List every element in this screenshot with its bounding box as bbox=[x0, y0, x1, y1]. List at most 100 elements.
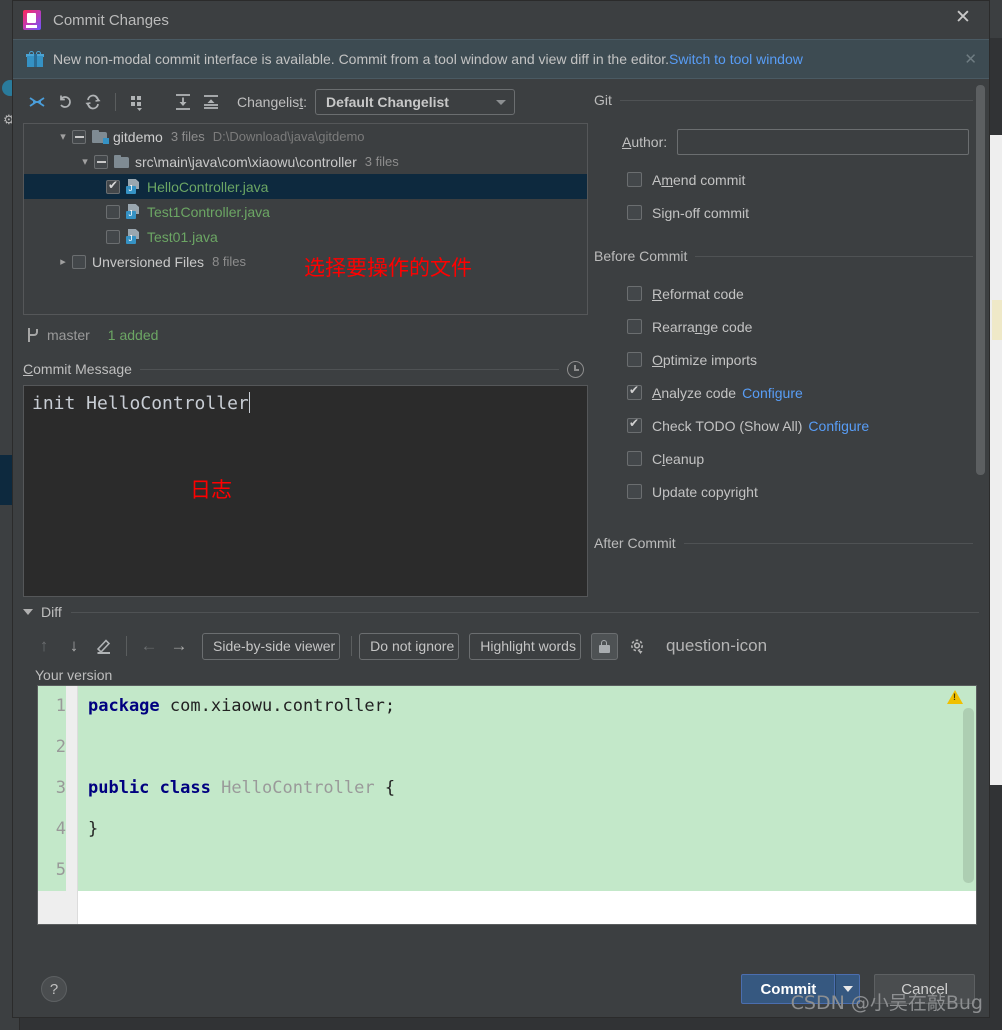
pencil-icon[interactable] bbox=[89, 633, 119, 659]
option-update-copyright[interactable]: Update copyright bbox=[594, 475, 989, 508]
row-checkbox[interactable] bbox=[72, 254, 86, 269]
notification-banner: New non-modal commit interface is availa… bbox=[13, 39, 989, 79]
rearrange-code-checkbox[interactable] bbox=[627, 319, 642, 334]
chevron-down-icon[interactable] bbox=[23, 609, 33, 615]
optimize-imports-checkbox[interactable] bbox=[627, 352, 642, 367]
group-by-icon[interactable] bbox=[124, 89, 152, 115]
option-analyze-code[interactable]: Analyze code Configure bbox=[594, 376, 989, 409]
code-token: public class bbox=[88, 778, 211, 798]
toolbar-divider bbox=[126, 636, 127, 656]
table-row[interactable]: ▸ Unversioned Files 8 files bbox=[24, 249, 587, 274]
screen: ⚙ Commit Changes ✕ New non-modal commit … bbox=[0, 0, 1002, 1030]
commit-message-label: Commit Message bbox=[23, 361, 132, 377]
git-branch-icon bbox=[25, 327, 39, 343]
amend-commit-checkbox[interactable] bbox=[627, 172, 642, 187]
arrow-down-icon[interactable]: ↓ bbox=[59, 633, 89, 659]
option-sign-off-commit[interactable]: Sign-off commit bbox=[594, 196, 989, 229]
option-amend-commit[interactable]: Amend commit bbox=[594, 163, 989, 196]
code-token: { bbox=[374, 778, 396, 798]
rollback-icon[interactable] bbox=[51, 89, 79, 115]
code-line bbox=[78, 727, 976, 768]
analyze-code-configure-link[interactable]: Configure bbox=[742, 385, 803, 401]
viewer-mode-dropdown[interactable]: Side-by-side viewer bbox=[202, 632, 341, 660]
commit-button[interactable]: Commit bbox=[741, 974, 836, 1004]
cancel-button[interactable]: Cancel bbox=[874, 974, 975, 1004]
intellij-idea-logo-icon bbox=[21, 9, 43, 31]
diff-scrollbar-thumb[interactable] bbox=[963, 708, 974, 883]
diff-editor[interactable]: 1 2 3 4 5 package com.xiaowu.controller;… bbox=[37, 685, 977, 925]
notification-close-icon[interactable]: ✕ bbox=[964, 50, 977, 68]
folder-icon bbox=[114, 155, 130, 168]
commit-message-header: Commit Message bbox=[23, 359, 588, 379]
java-file-icon bbox=[126, 179, 142, 194]
sign-off-commit-checkbox[interactable] bbox=[627, 205, 642, 220]
table-row[interactable]: ▾ src\main\java\com\xiaowu\controller 3 … bbox=[24, 149, 587, 174]
help-button[interactable]: ? bbox=[41, 976, 67, 1002]
collapse-all-icon[interactable] bbox=[197, 89, 225, 115]
arrow-up-icon[interactable]: ↑ bbox=[29, 633, 59, 659]
row-checkbox[interactable] bbox=[106, 204, 120, 219]
highlight-mode-dropdown[interactable]: Highlight words bbox=[469, 632, 581, 660]
top-split: Changelist: Default Changelist ▾ gitdemo… bbox=[13, 79, 989, 599]
table-row[interactable]: Test1Controller.java bbox=[24, 199, 587, 224]
warning-triangle-icon[interactable] bbox=[947, 690, 963, 704]
options-scrollbar[interactable] bbox=[976, 85, 985, 565]
check-todo-checkbox[interactable] bbox=[627, 416, 642, 433]
after-commit-group-label: After Commit bbox=[594, 535, 676, 551]
ignore-mode-dropdown[interactable]: Do not ignore bbox=[359, 632, 460, 660]
author-field[interactable] bbox=[677, 129, 969, 155]
before-commit-group-label: Before Commit bbox=[594, 248, 688, 264]
lock-button[interactable] bbox=[590, 632, 618, 660]
ignore-mode-value: Do not ignore bbox=[370, 638, 455, 654]
update-copyright-checkbox[interactable] bbox=[627, 484, 642, 499]
table-row[interactable]: HelloController.java bbox=[24, 174, 587, 199]
table-row[interactable]: Test01.java bbox=[24, 224, 587, 249]
option-rearrange-code[interactable]: Rearrange code bbox=[594, 310, 989, 343]
scrollbar-thumb[interactable] bbox=[976, 85, 985, 475]
switch-to-tool-window-link[interactable]: Switch to tool window bbox=[669, 51, 803, 67]
row-name: Unversioned Files bbox=[92, 253, 205, 270]
refresh-icon[interactable] bbox=[79, 89, 107, 115]
reformat-code-checkbox[interactable] bbox=[627, 286, 642, 301]
row-checkbox[interactable] bbox=[94, 154, 108, 169]
changes-tree[interactable]: ▾ gitdemo 3 files D:\Download\java\gitde… bbox=[23, 123, 588, 315]
branch-status: master 1 added bbox=[23, 321, 588, 349]
option-cleanup[interactable]: Cleanup bbox=[594, 442, 989, 475]
chevron-right-icon[interactable]: ▸ bbox=[54, 255, 72, 268]
commit-message-input[interactable]: init HelloController 日志 bbox=[23, 385, 588, 597]
row-checkbox[interactable] bbox=[106, 178, 120, 194]
option-reformat-code[interactable]: Reformat code bbox=[594, 277, 989, 310]
question-icon[interactable]: question-icon bbox=[666, 636, 767, 656]
clock-icon[interactable] bbox=[567, 360, 584, 378]
analyze-code-checkbox[interactable] bbox=[627, 383, 642, 400]
gear-icon[interactable] bbox=[624, 633, 652, 659]
arrow-right-icon[interactable]: → bbox=[164, 633, 194, 659]
cleanup-checkbox[interactable] bbox=[627, 451, 642, 466]
option-label: Analyze code bbox=[652, 384, 737, 401]
row-name: Test1Controller.java bbox=[147, 203, 270, 220]
show-diff-icon[interactable] bbox=[23, 89, 51, 115]
row-meta: 3 files bbox=[364, 154, 399, 169]
table-row[interactable]: ▾ gitdemo 3 files D:\Download\java\gitde… bbox=[24, 124, 587, 149]
option-label: Amend commit bbox=[652, 171, 746, 188]
diff-toolbar: ↑ ↓ ← → Side-by-side viewer Do not ignor… bbox=[29, 629, 979, 663]
chevron-down-icon[interactable]: ▾ bbox=[54, 130, 72, 143]
divider bbox=[70, 611, 979, 613]
code-content[interactable]: package com.xiaowu.controller; public cl… bbox=[78, 686, 976, 924]
row-checkbox[interactable] bbox=[72, 129, 86, 144]
changelist-value: Default Changelist bbox=[326, 94, 449, 110]
commit-options-pane: Git Author: Amend commit Sign-off commit… bbox=[588, 79, 989, 599]
option-check-todo[interactable]: Check TODO (Show All) Configure bbox=[594, 409, 989, 442]
branch-stats: 1 added bbox=[107, 327, 159, 343]
option-optimize-imports[interactable]: Optimize imports bbox=[594, 343, 989, 376]
changelist-dropdown[interactable]: Default Changelist bbox=[315, 89, 516, 115]
check-todo-configure-link[interactable]: Configure bbox=[808, 418, 869, 434]
close-icon[interactable]: ✕ bbox=[951, 8, 975, 32]
chevron-down-icon[interactable]: ▾ bbox=[76, 155, 94, 168]
arrow-left-icon[interactable]: ← bbox=[134, 633, 164, 659]
line-number: 3 bbox=[38, 768, 66, 809]
row-name: HelloController.java bbox=[147, 178, 269, 195]
commit-dropdown-button[interactable] bbox=[835, 974, 861, 1004]
row-checkbox[interactable] bbox=[106, 229, 120, 244]
expand-all-icon[interactable] bbox=[169, 89, 197, 115]
